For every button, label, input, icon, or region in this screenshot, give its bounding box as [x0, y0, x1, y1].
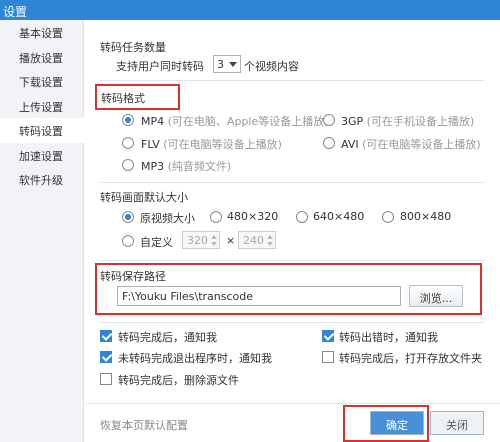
size-title: 转码画面默认大小	[100, 191, 188, 204]
format-mp4-label[interactable]: MP4 (可在电脑、Apple等设备上播放)	[141, 113, 329, 129]
sidebar-item-download[interactable]: 下载设置	[0, 69, 83, 94]
notify-error-label[interactable]: 转码出错时，通知我	[339, 329, 438, 345]
save-path-input[interactable]: F:\Youku Files\transcode	[117, 286, 401, 306]
format-mp3-note: (纯音频文件)	[167, 160, 232, 173]
size-800x480-label[interactable]: 800×480	[400, 210, 451, 223]
sidebar-item-playback[interactable]: 播放设置	[0, 45, 83, 70]
format-mp4-name: MP4	[141, 115, 165, 128]
task-count-prefix: 支持用户同时转码	[116, 60, 204, 73]
size-custom-label[interactable]: 自定义	[140, 234, 173, 250]
size-original-label[interactable]: 原视频大小	[140, 210, 195, 226]
format-mp4-radio[interactable]	[122, 114, 134, 126]
notify-exit-label[interactable]: 未转码完成退出程序时，通知我	[118, 350, 272, 366]
spin-down-icon[interactable]	[267, 242, 273, 246]
confirm-highlight-box	[343, 405, 429, 442]
open-folder-label[interactable]: 转码完成后，打开存放文件夹	[339, 350, 482, 366]
restore-defaults-link[interactable]: 恢复本页默认配置	[100, 417, 188, 433]
size-480x320-radio[interactable]	[210, 211, 222, 223]
sidebar-item-transcode[interactable]: 转码设置	[0, 118, 84, 143]
size-480x320-label[interactable]: 480×320	[227, 210, 278, 223]
spin-up-icon[interactable]	[211, 235, 217, 239]
format-flv-note: (可在电脑等设备上播放)	[163, 138, 282, 151]
spin-up-icon[interactable]	[267, 235, 273, 239]
format-avi-radio[interactable]	[323, 137, 335, 149]
chevron-down-icon	[229, 62, 237, 67]
format-avi-label[interactable]: AVI (可在电脑等设备上播放)	[341, 136, 481, 152]
sidebar-item-upload[interactable]: 上传设置	[0, 94, 83, 119]
divider	[100, 322, 485, 323]
save-path-title: 转码保存路径	[100, 270, 166, 283]
notify-error-checkbox[interactable]	[322, 330, 334, 342]
sidebar-item-upgrade[interactable]: 软件升级	[0, 167, 83, 192]
format-avi-note: (可在电脑等设备上播放)	[362, 138, 481, 151]
divider	[100, 182, 485, 183]
custom-width-value: 320	[187, 234, 208, 247]
spin-down-icon[interactable]	[211, 242, 217, 246]
notify-complete-checkbox[interactable]	[100, 330, 112, 342]
browse-button[interactable]: 浏览...	[409, 285, 463, 307]
size-custom-radio[interactable]	[122, 235, 134, 247]
open-folder-checkbox[interactable]	[322, 351, 334, 363]
task-count-value: 3	[217, 58, 224, 71]
format-avi-name: AVI	[341, 138, 359, 151]
format-3gp-label[interactable]: 3GP (可在手机设备上播放)	[341, 113, 474, 129]
size-640x480-label[interactable]: 640×480	[313, 210, 364, 223]
size-original-radio[interactable]	[122, 211, 134, 223]
divider	[100, 80, 485, 81]
size-640x480-radio[interactable]	[296, 211, 308, 223]
custom-height-value: 240	[243, 234, 264, 247]
format-3gp-radio[interactable]	[323, 114, 335, 126]
format-flv-label[interactable]: FLV (可在电脑等设备上播放)	[141, 136, 282, 152]
custom-size-times: ×	[226, 234, 236, 247]
settings-sidebar: 基本设置 播放设置 下载设置 上传设置 转码设置 加速设置 软件升级	[0, 20, 84, 442]
close-button[interactable]: 关闭	[430, 411, 484, 435]
sidebar-item-acceleration[interactable]: 加速设置	[0, 143, 83, 168]
format-mp3-radio[interactable]	[122, 159, 134, 171]
format-mp3-name: MP3	[141, 160, 165, 173]
format-3gp-name: 3GP	[341, 115, 364, 128]
task-count-suffix: 个视频内容	[244, 60, 299, 73]
notify-exit-checkbox[interactable]	[100, 351, 112, 363]
custom-height-stepper[interactable]: 240	[238, 231, 276, 249]
format-mp3-label[interactable]: MP3 (纯音频文件)	[141, 158, 231, 174]
task-count-select[interactable]: 3	[213, 55, 241, 73]
format-flv-radio[interactable]	[122, 137, 134, 149]
transcode-settings-panel: 转码任务数量 支持用户同时转码 3 个视频内容 转码格式 MP4 (可在电脑、A…	[85, 20, 500, 442]
custom-width-stepper[interactable]: 320	[182, 231, 220, 249]
notify-complete-label[interactable]: 转码完成后，通知我	[118, 329, 217, 345]
window-title: 设置	[0, 0, 500, 20]
format-title: 转码格式	[101, 92, 145, 105]
size-800x480-radio[interactable]	[382, 211, 394, 223]
delete-source-label[interactable]: 转码完成后，删除源文件	[118, 372, 239, 388]
task-count-title: 转码任务数量	[100, 41, 166, 54]
sidebar-item-basic[interactable]: 基本设置	[0, 20, 83, 45]
divider	[100, 260, 485, 261]
format-mp4-note: (可在电脑、Apple等设备上播放)	[167, 115, 329, 128]
delete-source-checkbox[interactable]	[100, 373, 112, 385]
format-3gp-note: (可在手机设备上播放)	[366, 115, 475, 128]
format-flv-name: FLV	[141, 138, 160, 151]
footer-divider	[85, 403, 500, 404]
